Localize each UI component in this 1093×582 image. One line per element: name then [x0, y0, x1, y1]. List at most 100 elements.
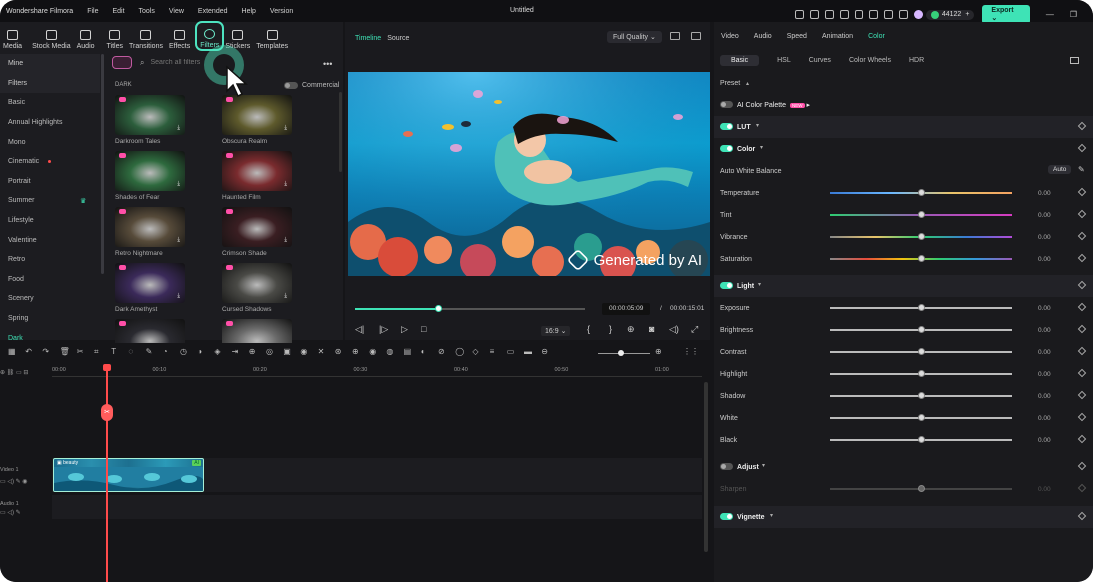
adjust-switch[interactable] — [720, 463, 733, 470]
snapshot-icon[interactable] — [670, 32, 680, 40]
gift-icon[interactable] — [795, 10, 804, 19]
color-subtab[interactable]: HDR — [909, 55, 924, 66]
filter-card[interactable]: ⤓ Retro Nightmare — [115, 207, 185, 257]
commercial-switch[interactable] — [284, 82, 298, 89]
slider-knob[interactable] — [918, 304, 925, 311]
draw-icon[interactable]: ✎ — [146, 347, 153, 356]
lut-switch[interactable] — [720, 123, 733, 130]
slider-knob[interactable] — [918, 348, 925, 355]
keyframe-icon[interactable] — [1077, 368, 1087, 378]
keyframe-icon[interactable] — [1077, 187, 1087, 197]
sidebar-item[interactable]: Retro — [0, 250, 100, 270]
menu-extended[interactable]: Extended — [198, 8, 228, 15]
sidebar-item[interactable]: Portrait — [0, 172, 100, 192]
filter-card[interactable]: ⤓ Crimson Shade — [222, 207, 292, 257]
download-icon[interactable]: ⤓ — [177, 125, 180, 132]
property-tab[interactable]: Video — [721, 33, 739, 40]
sidebar-item[interactable]: Scenery — [0, 289, 100, 309]
highlight-slider[interactable] — [830, 370, 1012, 377]
marker-icon[interactable]: ◇ — [472, 347, 478, 356]
chat-icon[interactable] — [824, 10, 834, 19]
vibrance-slider[interactable] — [830, 233, 1012, 240]
headset-icon[interactable] — [884, 10, 894, 19]
menu-view[interactable]: View — [169, 8, 184, 15]
fullscreen-icon[interactable]: ⤢ — [691, 324, 698, 335]
filter-card[interactable]: ⤓ Cursed Shadows — [222, 263, 292, 313]
video-clip[interactable]: ▣ beauty AI — [53, 458, 204, 492]
keyframe-icon[interactable] — [1077, 253, 1087, 263]
video-track-controls[interactable]: ▭ ◁) ✎ ◉ — [0, 478, 28, 485]
timeline-zoom-slider[interactable] — [598, 350, 650, 356]
credits-pill[interactable]: 44122 + — [925, 9, 975, 20]
tint-slider[interactable] — [830, 211, 1012, 218]
playback-progress[interactable] — [355, 305, 585, 312]
rocket-icon[interactable] — [809, 10, 819, 19]
sidebar-item[interactable]: Mono — [0, 132, 100, 152]
tab-source[interactable]: Source — [387, 35, 409, 42]
next-frame-icon[interactable]: |▷ — [379, 324, 388, 335]
ai-palette-switch[interactable] — [720, 101, 733, 108]
tab-titles[interactable]: Titles — [104, 22, 126, 50]
slider-knob[interactable] — [918, 326, 925, 333]
filter-card[interactable]: ⤓ Dark Amethyst — [115, 263, 185, 313]
slider-knob[interactable] — [918, 255, 925, 262]
delete-icon[interactable]: 🗑 — [60, 347, 70, 356]
exposure-slider[interactable] — [830, 304, 1012, 311]
keyframe-icon[interactable]: ◈ — [214, 347, 220, 356]
favorites-toggle[interactable] — [112, 56, 132, 69]
keyframe-icon[interactable] — [1077, 280, 1087, 290]
keyframe-icon[interactable] — [1077, 434, 1087, 444]
property-tab[interactable]: Audio — [754, 33, 772, 40]
zoom-knob[interactable] — [618, 350, 624, 356]
volume-icon[interactable]: ◁) — [669, 324, 679, 335]
filter-card[interactable]: ⤓ Shades of Fear — [115, 151, 185, 201]
vignette-switch[interactable] — [720, 513, 733, 520]
layout-icon[interactable]: ▦ — [8, 347, 16, 356]
color-icon[interactable]: ◑ — [197, 347, 202, 356]
mute-icon[interactable]: ⊘ — [438, 347, 445, 356]
cloud-icon[interactable] — [869, 10, 879, 19]
cross-icon[interactable]: ✕ — [318, 347, 325, 356]
keyframe-icon[interactable] — [1077, 324, 1087, 334]
keyframe-icon[interactable] — [1077, 511, 1087, 521]
text-icon[interactable]: T — [111, 347, 116, 356]
menu-edit[interactable]: Edit — [112, 8, 124, 15]
slider-knob[interactable] — [918, 436, 925, 443]
speed-icon[interactable]: ◔ — [163, 347, 168, 356]
adjust-expand-icon[interactable]: ▾ — [762, 462, 765, 469]
filter-card[interactable]: ⤓ Darkroom Tales — [115, 95, 185, 145]
slider-knob[interactable] — [918, 392, 925, 399]
grid-icon[interactable] — [899, 10, 908, 19]
download-icon[interactable]: ⤓ — [177, 181, 180, 188]
saturation-slider[interactable] — [830, 255, 1012, 262]
expand-icon[interactable]: ▴ — [746, 80, 749, 87]
quality-dropdown[interactable]: Full Quality ⌄ — [607, 31, 662, 43]
audio-track[interactable] — [52, 495, 702, 519]
stack-icon[interactable]: ▤ — [404, 347, 412, 356]
monitor-icon[interactable] — [839, 10, 849, 19]
frame-icon[interactable]: ▣ — [283, 347, 291, 356]
slider-knob[interactable] — [918, 189, 925, 196]
keyframe-icon[interactable] — [1077, 390, 1087, 400]
commercial-toggle[interactable]: Commercial — [284, 82, 339, 89]
timeline-grid-icon[interactable]: ⋮⋮ — [683, 347, 699, 356]
tab-transitions[interactable]: Transitions — [126, 22, 166, 50]
lut-expand-icon[interactable]: ▾ — [756, 122, 759, 129]
menu-tools[interactable]: Tools — [139, 8, 155, 15]
menu-version[interactable]: Version — [270, 8, 293, 15]
tab-audio[interactable]: Audio — [74, 22, 98, 50]
contrast-slider[interactable] — [830, 348, 1012, 355]
color-subtab[interactable]: HSL — [777, 55, 791, 66]
timeline-scrollbar[interactable] — [704, 382, 708, 552]
mark-out-icon[interactable]: } — [609, 324, 612, 334]
record-icon[interactable]: ◉ — [369, 347, 376, 356]
camera-icon[interactable]: ◙ — [649, 324, 654, 334]
aspect-ratio-dropdown[interactable]: 16:9 ⌄ — [541, 326, 571, 336]
keyframe-icon[interactable] — [1077, 209, 1087, 219]
download-icon[interactable]: ⤓ — [284, 125, 287, 132]
sidebar-item[interactable]: Cinematic — [0, 152, 100, 172]
white-slider[interactable] — [830, 414, 1012, 421]
zoom-out-icon[interactable]: ⊖ — [541, 347, 548, 356]
keyframe-icon[interactable] — [1077, 346, 1087, 356]
audio-track-controls[interactable]: ▭ ◁) ✎ — [0, 509, 21, 516]
